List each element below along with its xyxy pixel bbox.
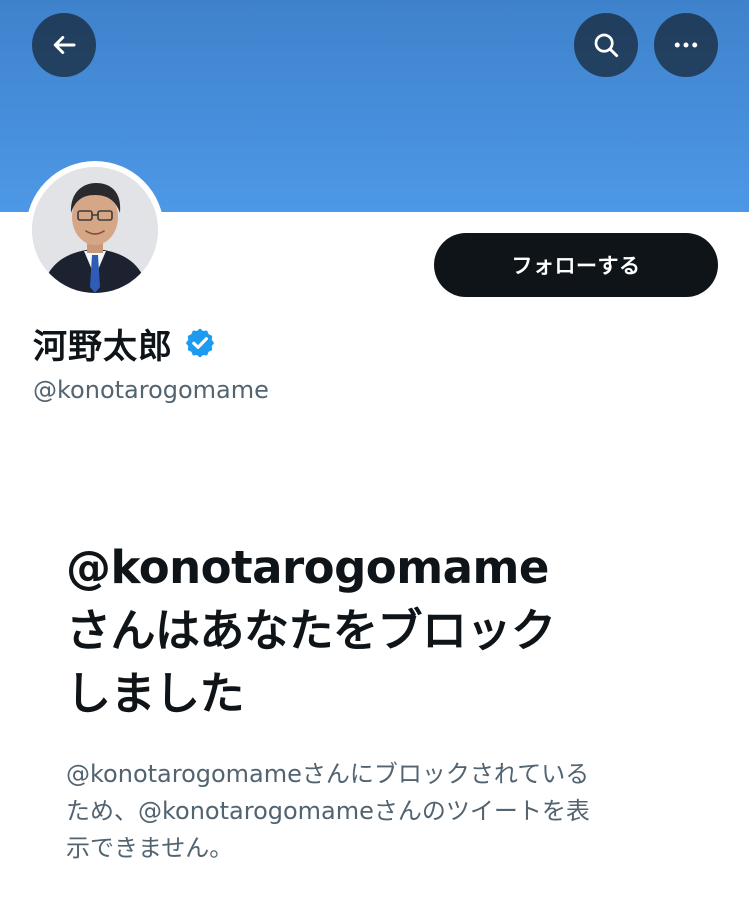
- blocked-title-line: しました: [66, 667, 245, 720]
- back-button[interactable]: [32, 13, 96, 77]
- arrow-left-icon: [53, 36, 76, 54]
- avatar-photo: [32, 167, 158, 293]
- blocked-notice-description: @konotarogomameさんにブロックされている ため、@konotaro…: [66, 756, 706, 867]
- blocked-title-line: @konotarogomame: [66, 541, 549, 594]
- more-horizontal-icon: [674, 42, 698, 48]
- avatar-frame: [26, 161, 164, 299]
- avatar[interactable]: [32, 167, 158, 293]
- verified-badge-icon: [185, 328, 215, 358]
- more-options-button[interactable]: [654, 13, 718, 77]
- search-button[interactable]: [574, 13, 638, 77]
- blocked-notice-title: @konotarogomame さんはあなたをブロック しました: [66, 536, 706, 725]
- profile-page: フォローする 河野太郎 @konotarogomame @konotarogom…: [0, 0, 749, 899]
- display-name: 河野太郎: [33, 326, 173, 367]
- blocked-desc-line: @konotarogomameさんにブロックされている: [66, 760, 590, 788]
- profile-handle: @konotarogomame: [33, 376, 269, 404]
- follow-button[interactable]: フォローする: [434, 233, 718, 297]
- blocked-title-line: さんはあなたをブロック: [66, 604, 556, 657]
- search-icon: [594, 33, 619, 58]
- blocked-desc-line: 示できません。: [66, 834, 234, 862]
- blocked-desc-line: ため、@konotarogomameさんのツイートを表: [66, 797, 590, 825]
- display-name-row: 河野太郎: [33, 320, 217, 367]
